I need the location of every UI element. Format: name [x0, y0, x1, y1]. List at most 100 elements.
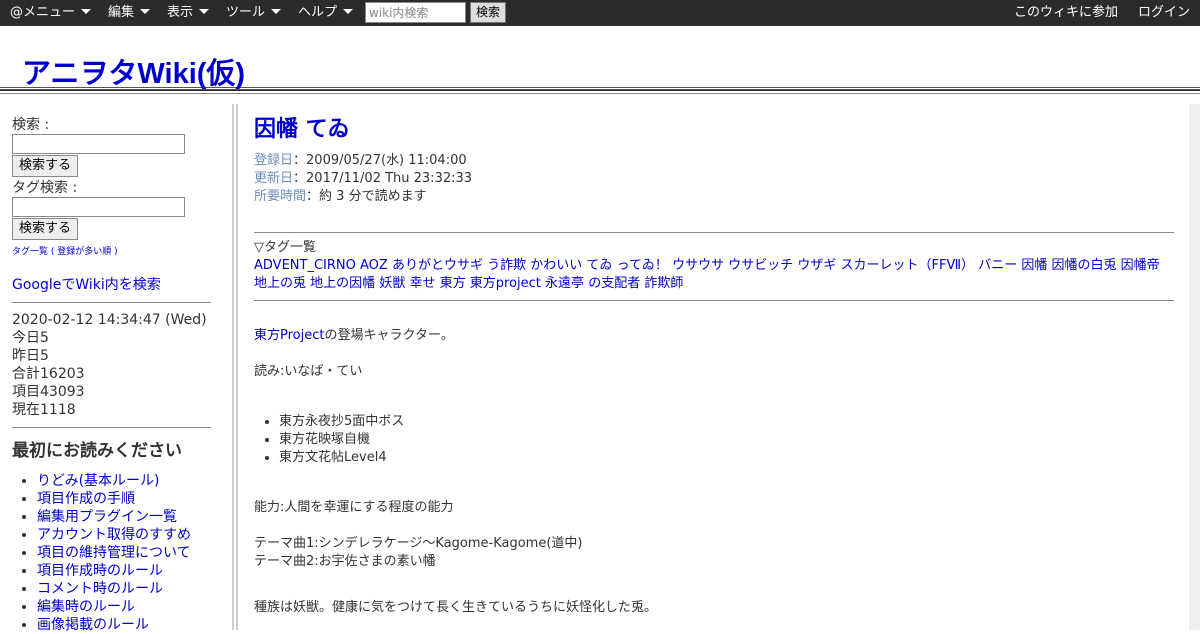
google-search-text[interactable]: GoogleでWiki内を検索: [12, 277, 161, 293]
counter-now: 現在1118: [12, 402, 76, 418]
tag-link[interactable]: ウザギ: [797, 258, 836, 273]
read-first-link[interactable]: コメント時のルール: [37, 581, 163, 597]
tag-link[interactable]: 東方project: [470, 276, 541, 291]
list-item: 項目の維持管理について: [37, 544, 232, 562]
tag-link[interactable]: 因幡: [1021, 258, 1047, 273]
tag-link[interactable]: う詐欺: [487, 258, 526, 273]
chevron-down-icon: [343, 9, 354, 14]
sidebar-divider: [12, 427, 211, 428]
sidebar-divider: [12, 302, 211, 303]
tag-popular-paren-close: ): [111, 247, 118, 257]
meta-key: 更新日: [254, 171, 294, 186]
tag-link[interactable]: AOZ: [360, 258, 388, 273]
page-title[interactable]: 因幡 てゐ: [254, 114, 1174, 146]
menu-view[interactable]: 表示: [167, 0, 210, 26]
theme-song-2: テーマ曲2:お宇佐さまの素い幡: [254, 554, 436, 569]
tag-list-link[interactable]: タグ一覧: [12, 247, 48, 257]
menu-label: ヘルプ: [298, 5, 338, 20]
tag-link[interactable]: 東方: [440, 276, 466, 291]
tag-link[interactable]: 妖獣: [379, 276, 405, 291]
read-first-heading: 最初にお読みください: [12, 441, 182, 461]
tag-link[interactable]: の支配者: [588, 276, 640, 291]
tag-link[interactable]: てゐ: [586, 258, 612, 273]
counter-yesterday: 昨日5: [12, 348, 49, 364]
main-content: 因幡 てゐ 登録日：2009/05/27(水) 11:04:00 更新日：201…: [254, 114, 1174, 617]
tag-link[interactable]: ADVENT_CIRNO: [254, 258, 356, 273]
reading-text: 読み:いなば・てい: [254, 364, 363, 379]
tag-link[interactable]: ウサウサ: [672, 258, 724, 273]
list-item: アカウント取得のすすめ: [37, 526, 232, 544]
tag-search-button[interactable]: 検索する: [12, 218, 79, 240]
tag-link[interactable]: 因幡帝: [1121, 258, 1160, 273]
chevron-down-icon: [140, 9, 151, 14]
read-first-link[interactable]: 項目の維持管理について: [37, 545, 191, 561]
meta-value: 約 3 分で読めます: [319, 189, 427, 204]
wiki-search-input[interactable]: [365, 2, 466, 23]
server-datetime: 2020-02-12 14:34:47 (Wed): [12, 312, 207, 328]
counter-total: 合計16203: [12, 366, 85, 382]
read-first-link[interactable]: アカウント取得のすすめ: [37, 527, 191, 543]
meta-key: 所要時間: [254, 189, 307, 204]
tag-link[interactable]: 地上の因幡: [310, 276, 375, 291]
read-first-link[interactable]: 画像掲載のルール: [37, 617, 149, 633]
read-first-link[interactable]: りどみ(基本ルール): [37, 473, 160, 489]
site-title[interactable]: アニヲタWiki(仮): [22, 50, 245, 92]
menu-help[interactable]: ヘルプ: [298, 0, 354, 26]
tag-link[interactable]: 幸せ: [409, 276, 435, 291]
chevron-down-icon: [271, 9, 282, 14]
tag-popular-link[interactable]: 登録が多い順: [57, 247, 111, 257]
tag-link[interactable]: バニー: [978, 258, 1017, 273]
list-item: 東方文花帖Level4: [279, 449, 1174, 467]
login-link[interactable]: ログイン: [1138, 0, 1190, 26]
tag-link[interactable]: ありがとウサギ: [392, 258, 483, 273]
touhou-project-link[interactable]: 東方Project: [254, 328, 324, 343]
menu-tools[interactable]: ツール: [226, 0, 282, 26]
tag-link[interactable]: かわいい: [530, 258, 582, 273]
list-item: 東方花映塚自機: [279, 431, 1174, 449]
read-first-link[interactable]: 編集時のルール: [37, 599, 135, 615]
list-item: 項目作成の手順: [37, 490, 232, 508]
tag-link[interactable]: 詐欺師: [644, 276, 683, 291]
tag-link[interactable]: スカーレット（FFⅦ）: [841, 258, 975, 273]
search-label: 検索 :: [12, 117, 50, 133]
read-first-link[interactable]: 項目作成時のルール: [37, 563, 163, 579]
list-item: 編集用プラグイン一覧: [37, 508, 232, 526]
meta-key: 登録日: [254, 153, 294, 168]
menu-label: @メニュー: [10, 5, 76, 20]
list-item: コメント時のルール: [37, 580, 232, 598]
tag-link[interactable]: 因幡の白兎: [1052, 258, 1117, 273]
google-search-link[interactable]: GoogleでWiki内を検索: [12, 274, 232, 294]
wiki-search-button[interactable]: 検索: [470, 2, 506, 23]
site-header: アニヲタWiki(仮): [0, 26, 1200, 90]
intro-text: の登場キャラクター。: [324, 328, 454, 343]
list-item: 東方永夜抄5面中ボス: [279, 413, 1174, 431]
read-first-link[interactable]: 編集用プラグイン一覧: [37, 509, 177, 525]
species-text: 種族は妖獣。健康に気をつけて長く生きているうちに妖怪化した兎。: [254, 600, 658, 615]
list-item: 画像掲載のルール: [37, 616, 232, 634]
tag-link[interactable]: 永遠亭: [545, 276, 584, 291]
tag-link[interactable]: ウサビッチ: [728, 258, 793, 273]
intro-paragraph: 東方Projectの登場キャラクター。: [254, 327, 1174, 345]
menu-edit[interactable]: 編集: [108, 0, 151, 26]
ability-text: 能力:人間を幸運にする程度の能力: [254, 500, 454, 515]
tag-link[interactable]: 地上の兎: [254, 276, 306, 291]
left-sidebar: 検索 : 検索する タグ検索 : 検索する タグ一覧 ( 登録が多い順 ) Go…: [0, 104, 232, 633]
menu-at-menu[interactable]: @メニュー: [10, 0, 92, 26]
tag-divider-top: [254, 232, 1174, 233]
sidebar-search-button[interactable]: 検索する: [12, 155, 79, 177]
join-wiki-link[interactable]: このウィキに参加: [1014, 0, 1118, 26]
tag-divider-bottom: [254, 300, 1174, 301]
sidebar-search-input[interactable]: [12, 134, 185, 154]
menu-label: 表示: [167, 5, 194, 20]
header-divider: [0, 90, 1200, 94]
list-item: 編集時のルール: [37, 598, 232, 616]
meta-read-time: 所要時間：約 3 分で読めます: [254, 189, 427, 204]
read-first-link[interactable]: 項目作成の手順: [37, 491, 135, 507]
chevron-down-icon: [81, 9, 92, 14]
tag-list: ADVENT_CIRNO AOZ ありがとウサギ う詐欺 かわいい てゐ ってゐ…: [254, 257, 1174, 293]
tag-link[interactable]: ってゐ！: [617, 258, 668, 273]
tag-search-input[interactable]: [12, 197, 185, 217]
tag-list-toggle[interactable]: ▽タグ一覧: [254, 239, 1174, 257]
page-meta: 登録日：2009/05/27(水) 11:04:00 更新日：2017/11/0…: [254, 152, 1174, 206]
list-item: りどみ(基本ルール): [37, 472, 232, 490]
